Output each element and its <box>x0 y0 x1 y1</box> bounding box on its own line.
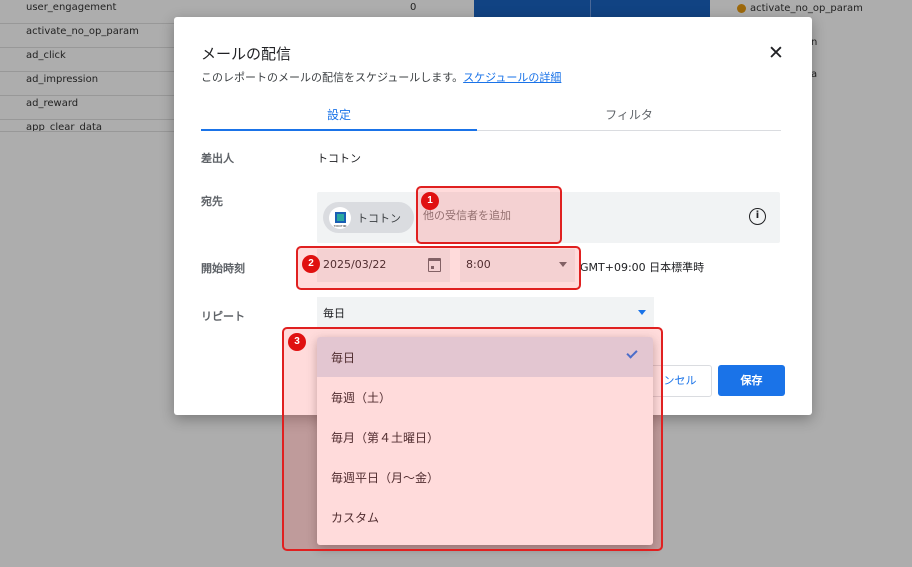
start-date-field[interactable]: 2025/03/22 <box>317 249 450 282</box>
menu-item-label: 毎日 <box>331 351 356 365</box>
dialog-subtitle: このレポートのメールの配信をスケジュールします。スケジュールの詳細 <box>201 69 561 85</box>
chevron-down-icon <box>559 262 567 267</box>
repeat-dropdown-menu: 毎日 毎週（土） 毎月（第４土曜日） 毎週平日（月〜金） カスタム <box>317 337 653 545</box>
menu-item-label: 毎月（第４土曜日） <box>331 431 440 445</box>
subtitle-text: このレポートのメールの配信をスケジュールします。 <box>201 71 464 84</box>
save-button[interactable]: 保存 <box>718 365 785 396</box>
recipient-chip[interactable]: TOKOTON トコトン <box>323 202 414 233</box>
annotation-badge: 3 <box>288 333 306 351</box>
timezone-text: GMT+09:00 日本標準時 <box>580 261 705 274</box>
sender-label: 差出人 <box>201 152 234 165</box>
menu-item-daily[interactable]: 毎日 <box>317 337 653 377</box>
start-time-label: 開始時刻 <box>201 262 245 275</box>
recipient-chip-label: トコトン <box>357 211 401 225</box>
dialog-title: メールの配信 <box>201 45 292 63</box>
close-icon[interactable]: ✕ <box>764 41 788 65</box>
annotation-badge: 1 <box>421 192 439 210</box>
menu-item-label: カスタム <box>331 511 380 525</box>
company-logo-icon: TOKOTON <box>329 206 351 229</box>
menu-item-custom[interactable]: カスタム <box>317 497 653 537</box>
menu-item-monthly[interactable]: 毎月（第４土曜日） <box>317 417 653 457</box>
start-time-value: 8:00 <box>466 258 491 271</box>
cancel-button[interactable]: ンセル <box>648 365 712 397</box>
menu-item-weekdays[interactable]: 毎週平日（月〜金） <box>317 457 653 497</box>
schedule-details-link[interactable]: スケジュールの詳細 <box>463 71 561 84</box>
chevron-down-icon <box>638 310 646 315</box>
tab-settings[interactable]: 設定 <box>201 103 477 131</box>
menu-item-label: 毎週平日（月〜金） <box>331 471 440 485</box>
start-time-select[interactable]: 8:00 <box>460 249 575 282</box>
start-date-value: 2025/03/22 <box>323 258 387 271</box>
check-icon <box>626 347 638 359</box>
recipient-field[interactable]: TOKOTON トコトン i <box>317 192 780 243</box>
repeat-value: 毎日 <box>323 307 345 320</box>
info-icon[interactable]: i <box>749 208 766 225</box>
dialog-tabs: 設定 フィルタ <box>201 103 781 131</box>
menu-item-weekly[interactable]: 毎週（土） <box>317 377 653 417</box>
sender-value: トコトン <box>317 152 361 165</box>
annotation-badge: 2 <box>302 255 320 273</box>
tab-filter[interactable]: フィルタ <box>491 103 767 131</box>
repeat-select[interactable]: 毎日 <box>317 297 654 328</box>
calendar-icon[interactable] <box>428 258 441 272</box>
menu-item-label: 毎週（土） <box>331 391 392 405</box>
add-recipient-input[interactable] <box>423 209 573 222</box>
repeat-label: リピート <box>201 310 245 323</box>
recipient-label: 宛先 <box>201 195 223 208</box>
